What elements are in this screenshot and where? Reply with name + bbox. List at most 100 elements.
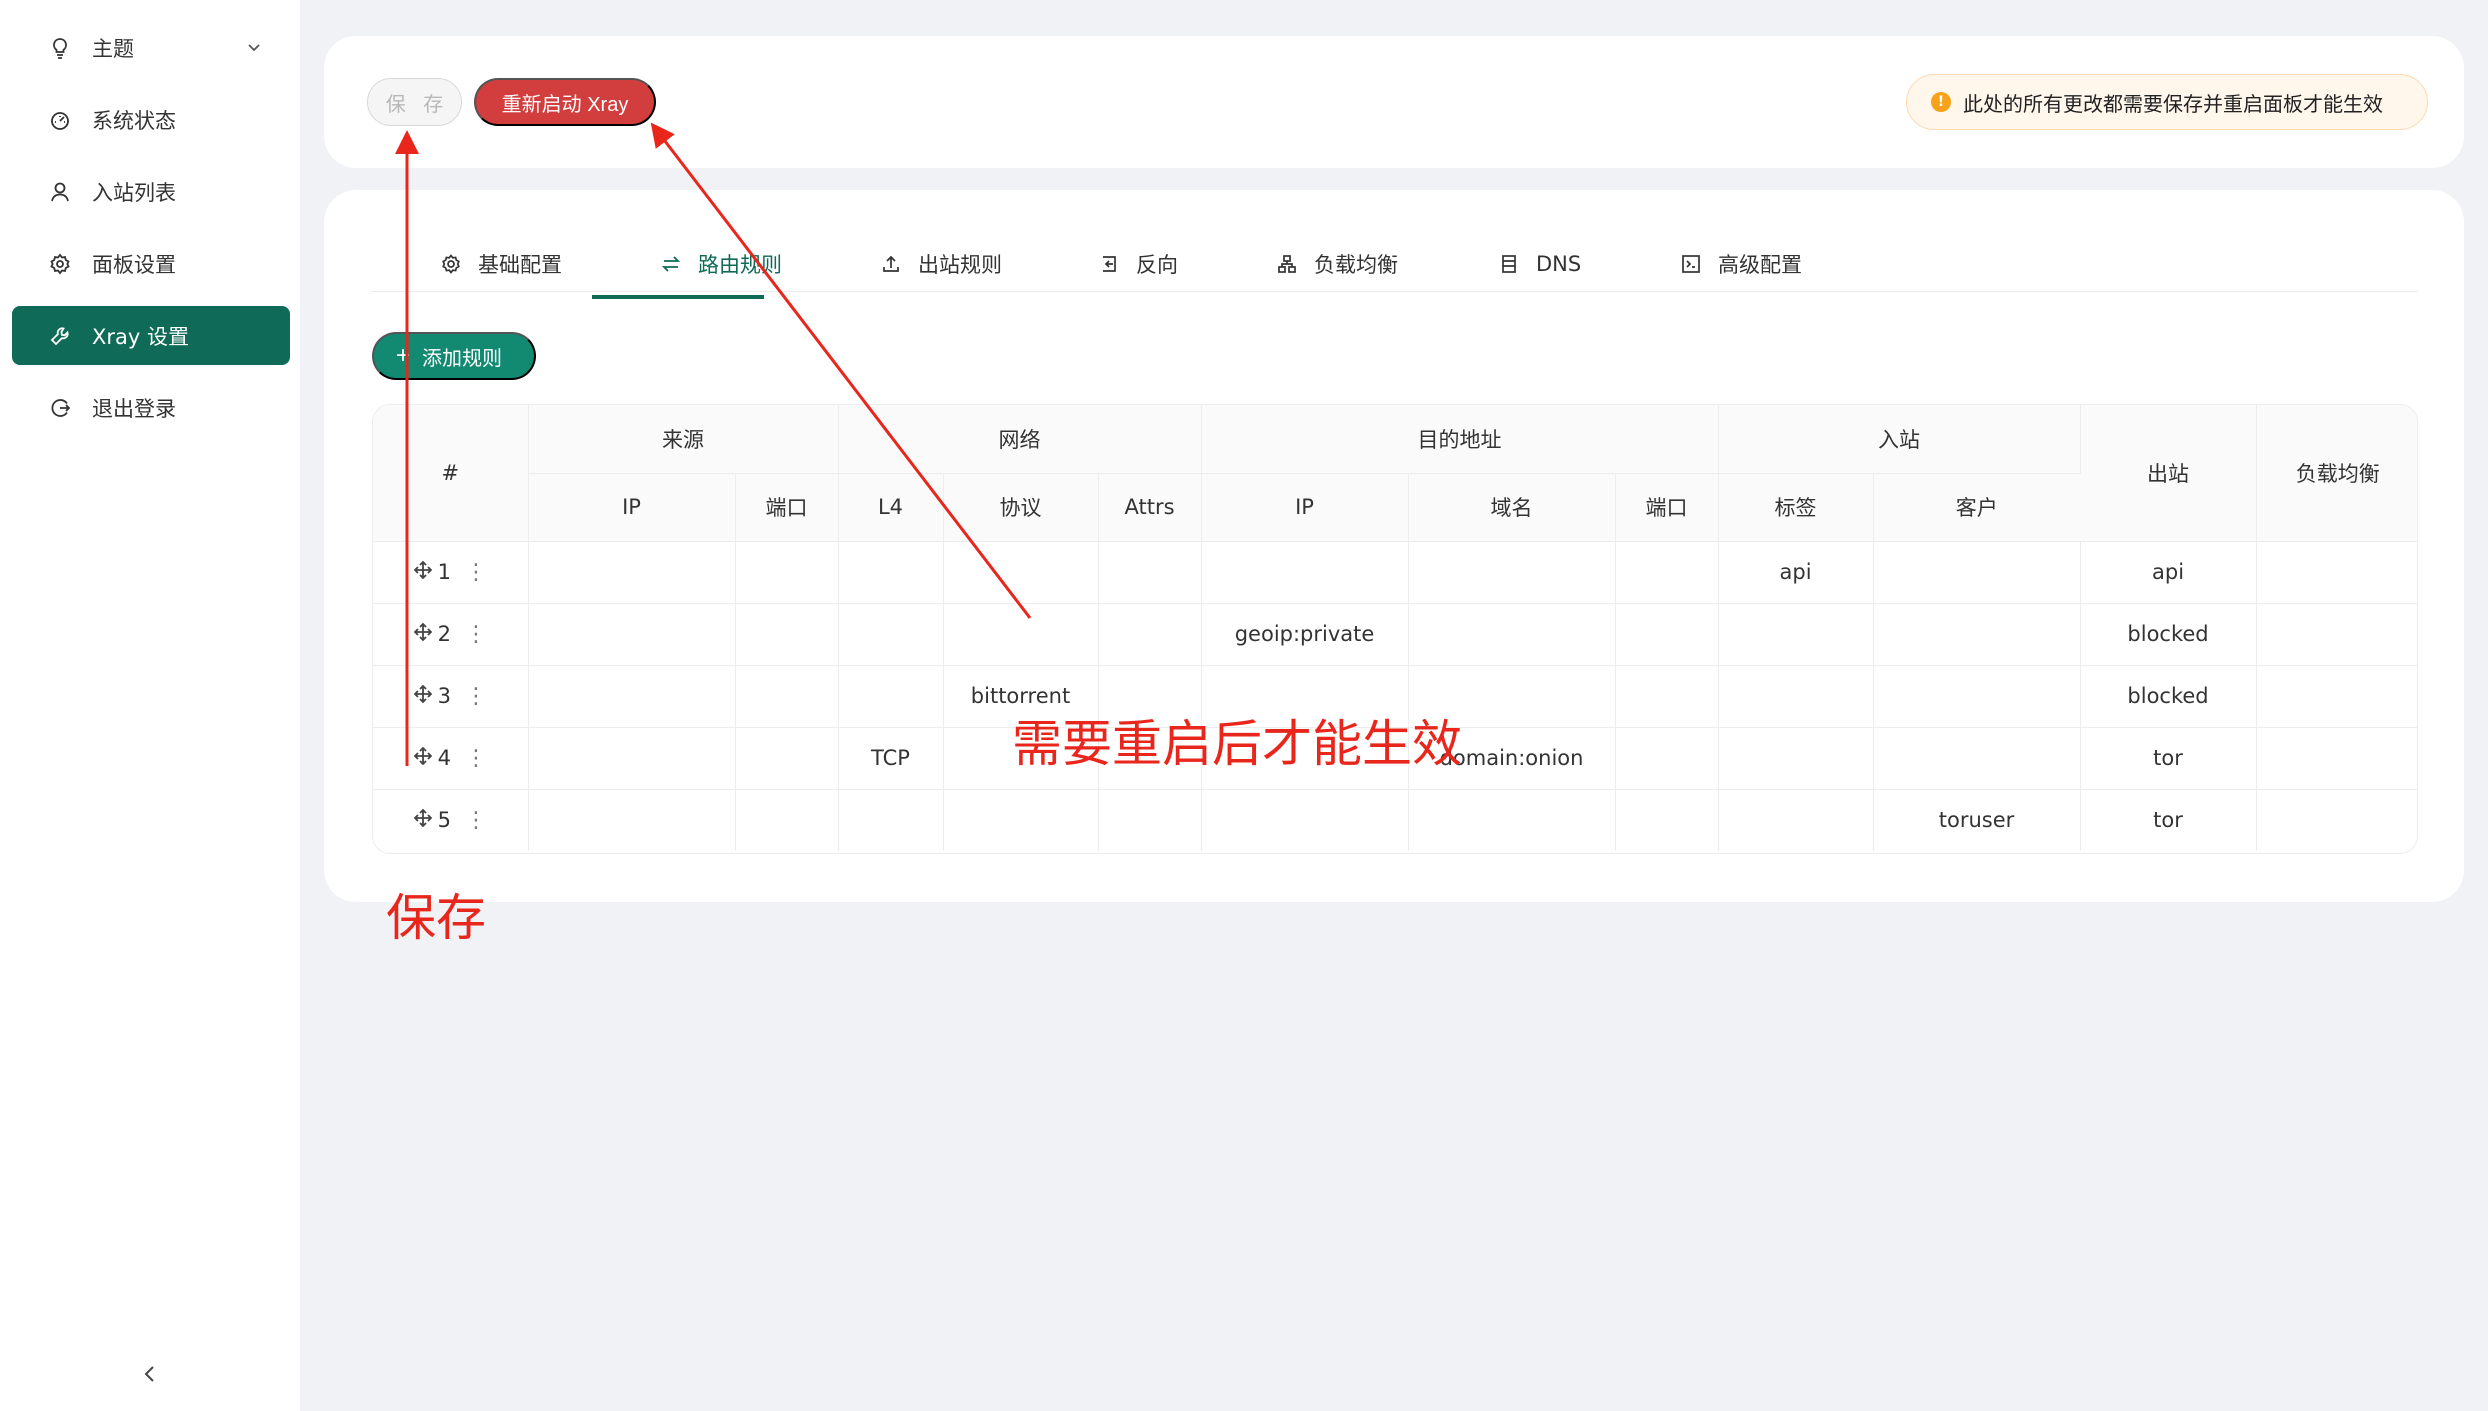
cell-outbound: tor	[2080, 727, 2257, 790]
cell-outbound: tor	[2080, 789, 2257, 851]
cell-l4	[838, 603, 944, 666]
row-index: 3	[437, 684, 451, 708]
settings-tabs: 基础配置 路由规则 出站规则 反向 负载均衡 DNS 高级配置	[370, 236, 2418, 292]
header-inbound-user: 客户	[1873, 473, 2081, 542]
sidebar-item-label: 面板设置	[92, 252, 176, 277]
sidebar-item-logout[interactable]: 退出登录	[12, 378, 290, 437]
bulb-icon	[48, 36, 72, 60]
tab-label: 出站规则	[918, 253, 1002, 277]
row-index-cell: 2 ⋮	[373, 603, 529, 666]
cell-source-ip	[528, 665, 736, 728]
cell-in-tag: api	[1718, 541, 1874, 604]
cell-in-tag	[1718, 665, 1874, 728]
sidebar-item-label: 系统状态	[92, 108, 176, 133]
cell-in-tag	[1718, 727, 1874, 790]
cell-l4	[838, 541, 944, 604]
sidebar-item-system-status[interactable]: 系统状态	[12, 90, 290, 149]
sidebar-item-label: 入站列表	[92, 180, 176, 205]
cell-outbound: blocked	[2080, 603, 2257, 666]
annotation-save-note: 保存	[386, 889, 486, 947]
tab-label: 路由规则	[698, 253, 782, 277]
chevron-left-icon[interactable]	[138, 1362, 162, 1386]
more-options-icon[interactable]: ⋮	[465, 808, 487, 833]
dashboard-icon	[48, 108, 72, 132]
sidebar-item-label: 退出登录	[92, 396, 176, 421]
cell-in-user	[1873, 665, 2081, 728]
cell-l4: TCP	[838, 727, 944, 790]
drag-handle-icon[interactable]	[413, 808, 432, 832]
tab-label: 高级配置	[1718, 253, 1802, 277]
cell-in-tag	[1718, 789, 1874, 851]
drag-handle-icon[interactable]	[413, 746, 432, 770]
cell-dest-ip	[1201, 789, 1409, 851]
tab-outbound-rules[interactable]: 出站规则	[880, 236, 1002, 292]
drag-handle-icon[interactable]	[413, 622, 432, 646]
header-dest-port: 端口	[1615, 473, 1719, 542]
tab-dns[interactable]: DNS	[1498, 236, 1581, 292]
cell-protocol	[943, 603, 1099, 666]
cell-source-port	[735, 727, 839, 790]
tab-routing-rules[interactable]: 路由规则	[660, 236, 782, 292]
tab-label: 反向	[1136, 253, 1178, 277]
cell-dest-port	[1615, 789, 1719, 851]
gear-icon	[48, 252, 72, 276]
cell-source-port	[735, 789, 839, 851]
drag-handle-icon[interactable]	[413, 560, 432, 584]
cell-outbound: api	[2080, 541, 2257, 604]
tab-advanced-config[interactable]: 高级配置	[1680, 236, 1802, 292]
header-inbound: 入站	[1718, 405, 2081, 474]
cell-source-ip	[528, 727, 736, 790]
routing-rules-table: # 来源 网络 目的地址 入站 出站 负载均衡 IP 端口 L4 协议 Attr…	[372, 404, 2418, 854]
cell-in-user	[1873, 603, 2081, 666]
sidebar-item-xray-settings[interactable]: Xray 设置	[12, 306, 290, 365]
cell-source-ip	[528, 541, 736, 604]
header-source-port: 端口	[735, 473, 839, 542]
sidebar-item-panel-settings[interactable]: 面板设置	[12, 234, 290, 293]
table-row: 2 ⋮ geoip:private blocked	[373, 603, 2417, 666]
add-rule-button[interactable]: + 添加规则	[372, 332, 536, 380]
header-network: 网络	[838, 405, 1202, 474]
restart-xray-button[interactable]: 重新启动 Xray	[474, 78, 656, 126]
tab-load-balancer[interactable]: 负载均衡	[1276, 236, 1398, 292]
cell-balancer	[2256, 541, 2417, 604]
cell-dest-port	[1615, 603, 1719, 666]
sidebar-item-theme[interactable]: 主题	[12, 18, 290, 77]
active-tab-indicator	[592, 295, 764, 299]
table-row: 5 ⋮ toruser tor	[373, 789, 2417, 851]
tab-basic-config[interactable]: 基础配置	[440, 236, 562, 292]
add-rule-label: 添加规则	[422, 347, 503, 370]
cell-source-port	[735, 665, 839, 728]
cell-dest-port	[1615, 665, 1719, 728]
row-index: 2	[437, 622, 451, 646]
sidebar-item-label: Xray 设置	[92, 324, 189, 349]
cell-balancer	[2256, 789, 2417, 851]
save-button[interactable]: 保 存	[367, 78, 462, 126]
drag-handle-icon[interactable]	[413, 684, 432, 708]
tab-label: 基础配置	[478, 253, 562, 277]
header-l4: L4	[838, 473, 944, 542]
more-options-icon[interactable]: ⋮	[465, 560, 487, 585]
header-outbound: 出站	[2080, 405, 2257, 542]
more-options-icon[interactable]: ⋮	[465, 622, 487, 647]
tab-label: 负载均衡	[1314, 253, 1398, 277]
warning-icon: !	[1931, 92, 1951, 112]
header-dest-ip: IP	[1201, 473, 1409, 542]
more-options-icon[interactable]: ⋮	[465, 684, 487, 709]
cell-outbound: blocked	[2080, 665, 2257, 728]
tab-reverse[interactable]: 反向	[1098, 236, 1178, 292]
database-icon	[1498, 253, 1520, 275]
import-icon	[1098, 253, 1120, 275]
swap-icon	[660, 253, 682, 275]
annotation-restart-note: 需要重启后才能生效	[1012, 715, 1462, 773]
cell-dest-port	[1615, 727, 1719, 790]
toolbar-card: 保 存 重新启动 Xray ! 此处的所有更改都需要保存并重启面板才能生效	[324, 36, 2464, 168]
logout-icon	[48, 396, 72, 420]
row-index-cell: 1 ⋮	[373, 541, 529, 604]
row-index: 4	[437, 746, 451, 770]
more-options-icon[interactable]: ⋮	[465, 746, 487, 771]
row-index: 5	[437, 808, 451, 833]
sidebar-item-inbounds[interactable]: 入站列表	[12, 162, 290, 221]
settings-icon	[440, 253, 462, 275]
cell-l4	[838, 665, 944, 728]
user-icon	[48, 180, 72, 204]
